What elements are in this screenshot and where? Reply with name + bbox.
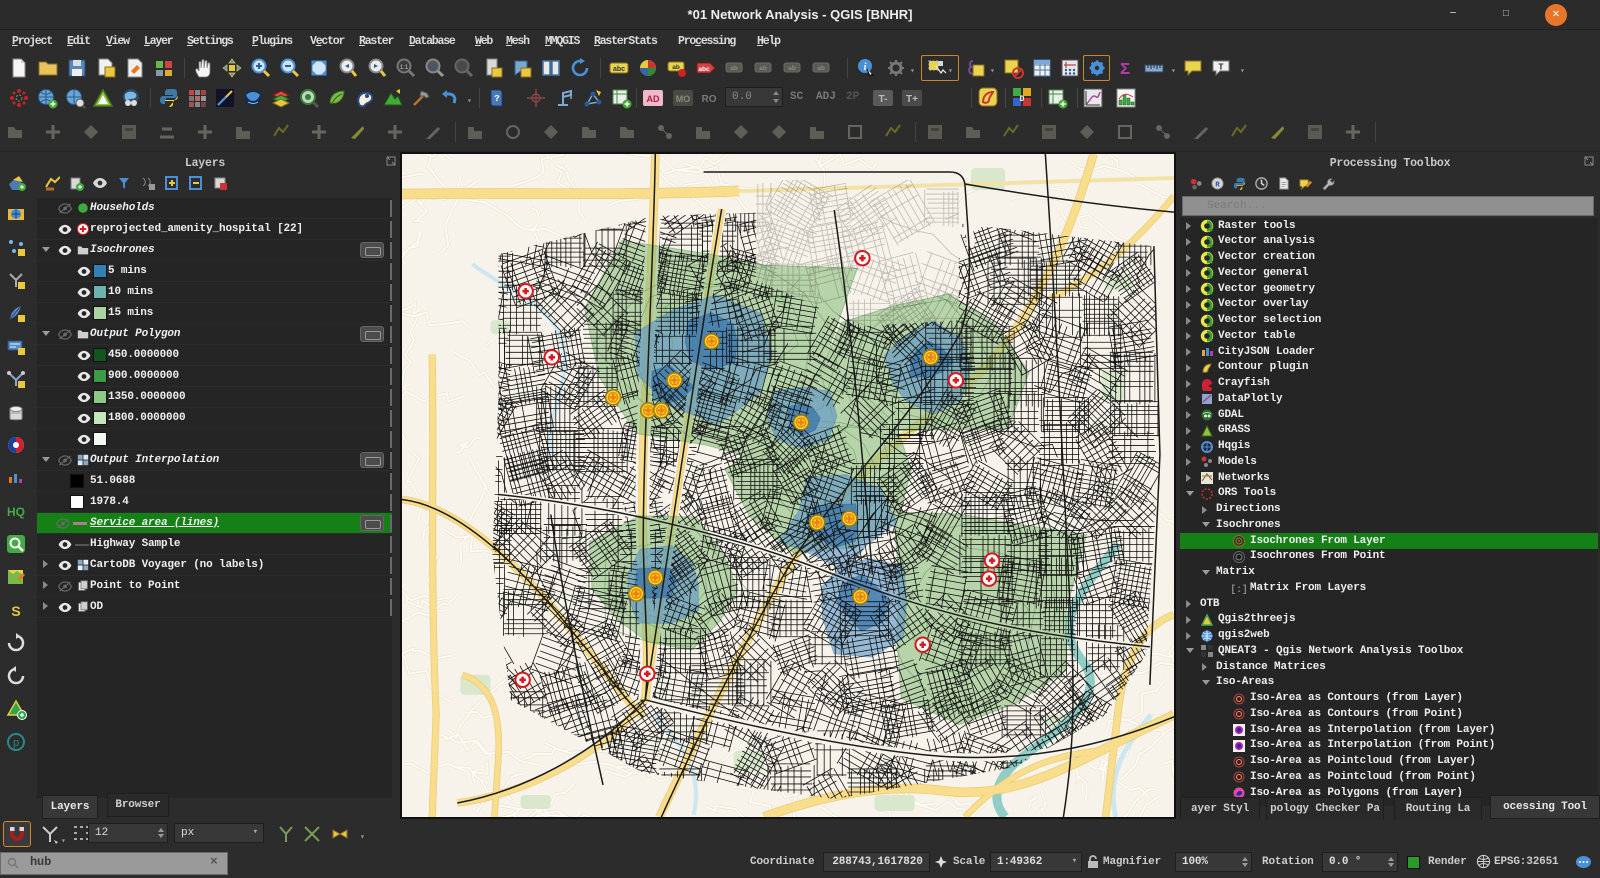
svg-text:ab: ab (672, 64, 680, 71)
svg-text:p: p (13, 737, 19, 749)
svg-text:1:1: 1:1 (400, 65, 409, 71)
svg-text:HQ: HQ (7, 505, 25, 519)
svg-text:i: i (864, 62, 867, 73)
svg-text:D: D (1020, 95, 1025, 104)
svg-text:abc: abc (613, 66, 625, 73)
svg-text:ab: ab (730, 65, 738, 72)
svg-text:T: T (1218, 63, 1224, 73)
svg-text:?: ? (494, 94, 499, 104)
svg-text:T+: T+ (906, 94, 918, 105)
svg-text:ab: ab (788, 65, 796, 72)
svg-text:abc: abc (698, 66, 710, 73)
svg-text:RO: RO (702, 94, 717, 105)
svg-text:AD: AD (647, 94, 660, 104)
svg-text:[:]: [:] (1232, 584, 1246, 595)
svg-text:ab: ab (817, 65, 825, 72)
svg-text:Σ: Σ (1120, 61, 1130, 79)
svg-text:R: R (1215, 181, 1220, 189)
svg-text:ab: ab (759, 65, 767, 72)
svg-text:MO: MO (676, 94, 691, 104)
svg-text:T-: T- (879, 94, 888, 105)
svg-text:S: S (11, 603, 20, 619)
